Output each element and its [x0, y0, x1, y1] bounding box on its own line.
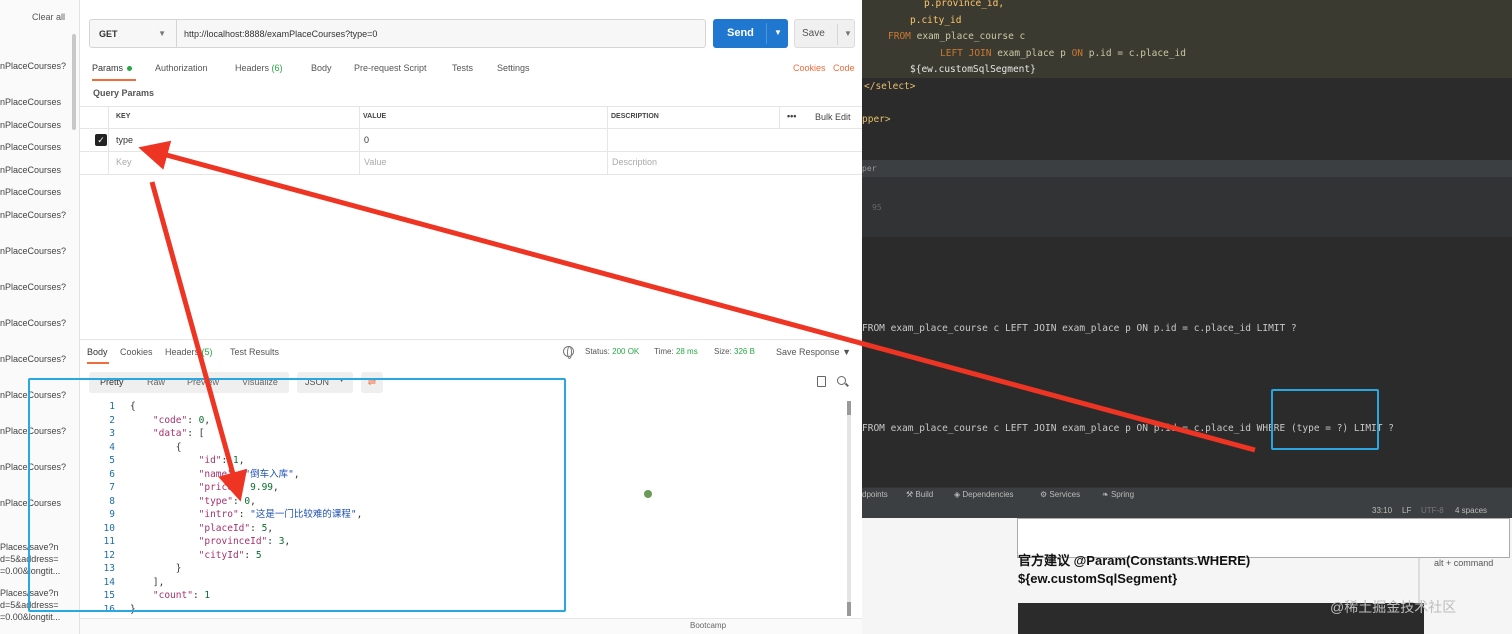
annotation-arrows [138, 140, 1256, 502]
arrow-sql-to-param [138, 140, 1256, 453]
arrow-param-to-response [149, 181, 248, 502]
